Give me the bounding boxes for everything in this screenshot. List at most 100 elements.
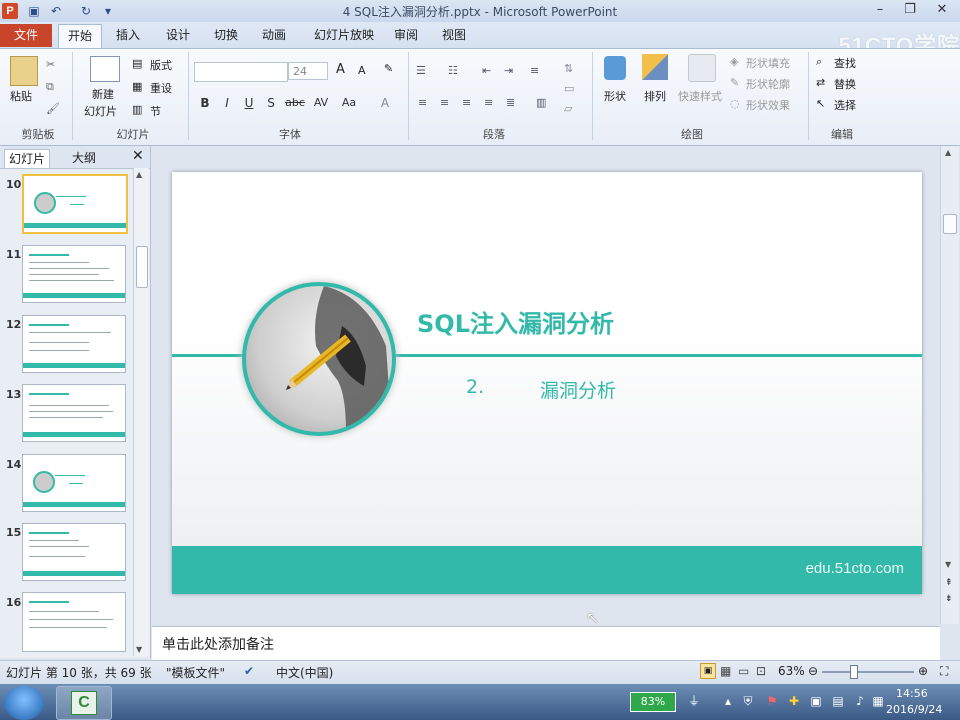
- battery-indicator[interactable]: 83%: [630, 692, 676, 712]
- tab-home[interactable]: 开始: [58, 24, 102, 48]
- cut-icon[interactable]: ✂: [46, 58, 55, 71]
- bullets-icon[interactable]: ☰: [416, 64, 426, 77]
- slideshow-view-icon[interactable]: ⊡: [756, 664, 766, 678]
- close-button[interactable]: ✕: [928, 0, 956, 20]
- zoom-out-icon[interactable]: ⊖: [808, 664, 818, 678]
- spell-check-icon[interactable]: ✔: [244, 664, 254, 678]
- arrange-icon[interactable]: [642, 54, 668, 80]
- format-painter-icon[interactable]: 🖌: [46, 102, 60, 115]
- power-plug-icon[interactable]: ⏚: [686, 694, 702, 708]
- font-color-button[interactable]: A: [376, 96, 394, 110]
- reading-view-icon[interactable]: ▭: [738, 664, 749, 678]
- increase-indent-icon[interactable]: ⇥: [504, 64, 513, 77]
- clock-time[interactable]: 14:56: [896, 687, 928, 700]
- restore-button[interactable]: ❐: [896, 0, 924, 20]
- shadow-button[interactable]: S: [262, 96, 280, 110]
- ime-icon[interactable]: ▦: [870, 694, 886, 708]
- new-slide-label-line2[interactable]: 幻灯片: [84, 103, 117, 119]
- shape-outline-button[interactable]: 形状轮廓: [746, 76, 790, 92]
- current-slide[interactable]: SQL注入漏洞分析 2. 漏洞分析 edu.51cto.com: [172, 172, 922, 594]
- action-center-icon[interactable]: ✚: [786, 694, 802, 708]
- tab-design[interactable]: 设计: [158, 24, 198, 47]
- grow-font-button[interactable]: A: [336, 62, 345, 77]
- shape-outline-icon[interactable]: ✎: [730, 76, 739, 89]
- tab-review[interactable]: 审阅: [386, 24, 426, 47]
- select-icon[interactable]: ↖: [816, 97, 825, 110]
- align-left-icon[interactable]: ≡: [418, 96, 427, 109]
- smartart-icon[interactable]: ▱: [564, 102, 572, 115]
- shapes-button[interactable]: 形状: [604, 88, 626, 104]
- section-button[interactable]: 节: [150, 103, 161, 119]
- distributed-icon[interactable]: ≣: [506, 96, 515, 109]
- justify-icon[interactable]: ≡: [484, 96, 493, 109]
- shapes-icon[interactable]: [604, 56, 626, 80]
- italic-button[interactable]: I: [218, 96, 236, 110]
- new-slide-label-line1[interactable]: 新建: [92, 86, 114, 102]
- slide-subtitle-number[interactable]: 2.: [466, 376, 484, 398]
- tab-outline-panel[interactable]: 大纲: [72, 149, 96, 166]
- taskbar-app-camtasia[interactable]: C: [56, 686, 112, 720]
- start-button[interactable]: [4, 686, 44, 720]
- tab-transitions[interactable]: 切换: [206, 24, 246, 47]
- numbering-icon[interactable]: ☷: [448, 64, 458, 77]
- quick-styles-button[interactable]: 快速样式: [678, 88, 722, 104]
- select-button[interactable]: 选择: [834, 97, 856, 113]
- slide-sorter-icon[interactable]: ▦: [720, 664, 731, 678]
- slides-panel-scrollbar[interactable]: ▲ ▼: [133, 168, 149, 656]
- zoom-in-icon[interactable]: ⊕: [918, 664, 928, 678]
- find-button[interactable]: 查找: [834, 55, 856, 71]
- zoom-slider-thumb[interactable]: [850, 665, 858, 679]
- reset-button[interactable]: 重设: [150, 80, 172, 96]
- pencil-hand-image[interactable]: [242, 282, 396, 436]
- tab-view[interactable]: 视图: [434, 24, 474, 47]
- shrink-font-button[interactable]: A: [358, 64, 366, 77]
- text-direction-icon[interactable]: ⇅: [564, 62, 573, 75]
- tab-slides-panel[interactable]: 幻灯片: [4, 149, 50, 168]
- notes-placeholder[interactable]: 单击此处添加备注: [162, 634, 274, 654]
- slide-title[interactable]: SQL注入漏洞分析: [417, 304, 614, 339]
- device-icon[interactable]: ▣: [808, 694, 824, 708]
- underline-button[interactable]: U: [240, 96, 258, 110]
- zoom-slider-track[interactable]: [822, 671, 914, 673]
- replace-icon[interactable]: ⇄: [816, 76, 825, 89]
- layout-icon[interactable]: ▤: [132, 57, 142, 70]
- section-icon[interactable]: ▥: [132, 103, 142, 116]
- bold-button[interactable]: B: [196, 96, 214, 110]
- clock-date[interactable]: 2016/9/24: [886, 703, 942, 716]
- shape-effects-button[interactable]: 形状效果: [746, 97, 790, 113]
- line-spacing-icon[interactable]: ≡: [530, 64, 539, 77]
- decrease-indent-icon[interactable]: ⇤: [482, 64, 491, 77]
- character-spacing-button[interactable]: AV: [310, 96, 332, 109]
- slide-thumbnail-13[interactable]: [22, 384, 126, 442]
- shape-effects-icon[interactable]: ◌: [730, 97, 740, 110]
- slide-thumbnail-15[interactable]: [22, 523, 126, 581]
- slide-thumbnail-12[interactable]: [22, 315, 126, 373]
- replace-button[interactable]: 替换: [834, 76, 856, 92]
- shape-fill-icon[interactable]: ◈: [730, 55, 738, 68]
- security-shield-icon[interactable]: ⛨: [740, 694, 756, 708]
- slide-vertical-scrollbar[interactable]: ▲ ▼ ⇞ ⇟: [940, 146, 959, 624]
- slide-subtitle[interactable]: 漏洞分析: [540, 376, 616, 403]
- slide-thumbnail-16[interactable]: [22, 592, 126, 652]
- error-flag-icon[interactable]: ⚑: [764, 694, 780, 708]
- tray-expand-icon[interactable]: ▴: [720, 694, 736, 708]
- language-status[interactable]: 中文(中国): [276, 664, 333, 681]
- quick-styles-icon[interactable]: [688, 54, 716, 82]
- paste-icon[interactable]: [10, 56, 38, 86]
- reset-icon[interactable]: ▦: [132, 80, 142, 93]
- align-right-icon[interactable]: ≡: [462, 96, 471, 109]
- arrange-button[interactable]: 排列: [644, 88, 666, 104]
- slide-thumbnail-11[interactable]: [22, 245, 126, 303]
- change-case-button[interactable]: Aa: [338, 96, 360, 109]
- theme-name-status[interactable]: "模板文件": [166, 664, 225, 681]
- tab-insert[interactable]: 插入: [108, 24, 148, 47]
- align-center-icon[interactable]: ≡: [440, 96, 449, 109]
- tab-slideshow[interactable]: 幻灯片放映: [306, 24, 382, 47]
- network-icon[interactable]: ▤: [830, 694, 846, 708]
- clear-formatting-icon[interactable]: ✎: [384, 62, 393, 75]
- slide-thumbnail-10[interactable]: [22, 174, 128, 234]
- shape-fill-button[interactable]: 形状填充: [746, 55, 790, 71]
- copy-icon[interactable]: ⧉: [46, 80, 54, 94]
- volume-icon[interactable]: ♪: [852, 694, 868, 708]
- layout-button[interactable]: 版式: [150, 57, 172, 73]
